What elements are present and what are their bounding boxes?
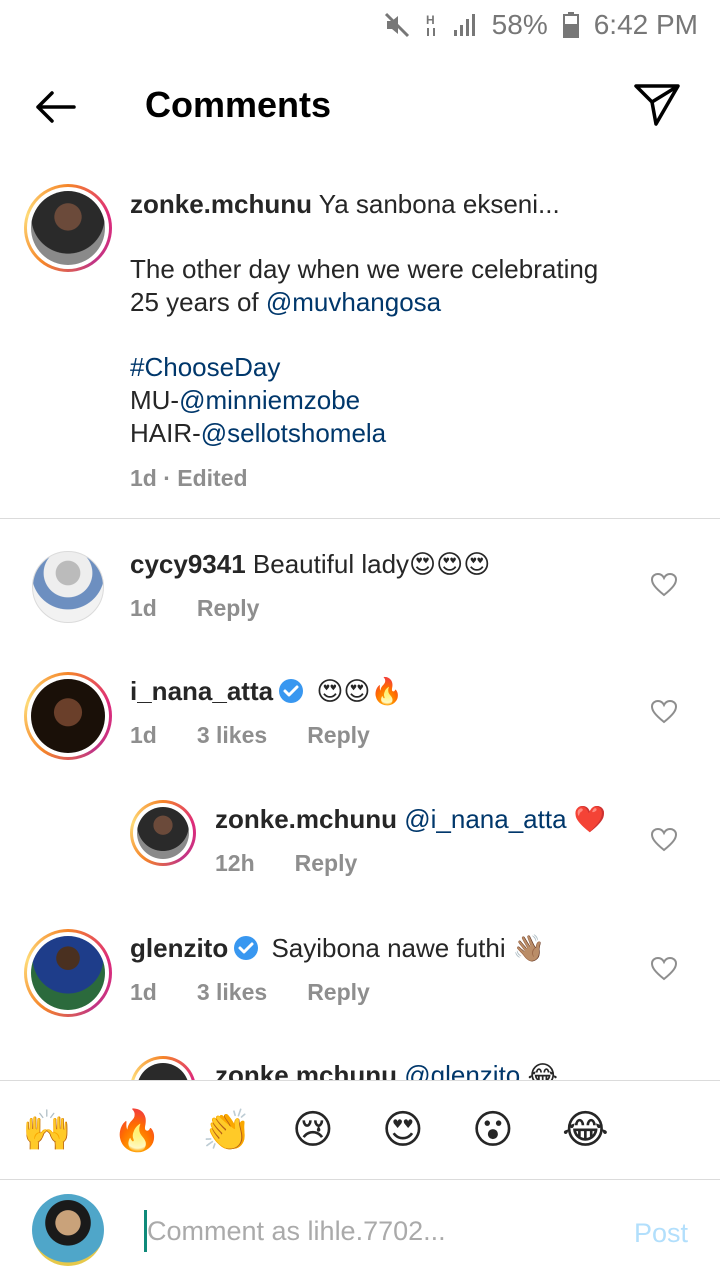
- reaction-clap[interactable]: 👏: [202, 1107, 292, 1154]
- mention-link[interactable]: @muvhangosa: [266, 287, 441, 317]
- battery-percentage: 58%: [491, 9, 548, 40]
- reaction-fire[interactable]: 🔥: [112, 1107, 202, 1154]
- verified-badge-icon: [234, 936, 259, 960]
- reply-row-partial: zonke.mchunu @glenzito 😂: [0, 1050, 720, 1080]
- comment-likes[interactable]: 3 likes: [197, 979, 267, 1006]
- comment-time: 1d: [130, 595, 157, 621]
- svg-text:H: H: [426, 13, 435, 27]
- battery-icon: [562, 12, 579, 38]
- comment-row: glenzito Sayibona nawe futhi 👋🏽 1d 3 lik…: [0, 929, 720, 1029]
- mute-icon: [384, 12, 409, 38]
- comment-emoji: 👋🏽: [512, 934, 546, 964]
- comment-emoji: 😂: [527, 1061, 558, 1080]
- caption-line-1: Ya sanbona ekseni...: [318, 189, 560, 219]
- comment-emoji: 😍😍🔥: [316, 677, 403, 707]
- caption-line-3-prefix: 25 years of: [130, 287, 266, 317]
- mu-prefix: MU-: [130, 385, 180, 415]
- caption-username[interactable]: zonke.mchunu: [130, 189, 312, 219]
- reply-row: zonke.mchunu @i_nana_atta ❤️ 12h Reply: [0, 800, 720, 900]
- reaction-raising-hands[interactable]: 🙌: [22, 1107, 112, 1154]
- comment-composer: Post: [0, 1180, 720, 1280]
- heart-icon[interactable]: [650, 698, 678, 726]
- post-button[interactable]: Post: [634, 1218, 688, 1249]
- reaction-tears-of-joy[interactable]: 😂: [562, 1107, 652, 1153]
- comment-emoji: 😍😍😍: [409, 550, 491, 580]
- comment-input[interactable]: [144, 1210, 604, 1252]
- hashtag-link[interactable]: #ChooseDay: [130, 351, 690, 384]
- heart-icon[interactable]: [650, 826, 678, 854]
- avatar[interactable]: [24, 672, 112, 760]
- comment-row: cycy9341 Beautiful lady😍😍😍 1d Reply: [0, 545, 720, 635]
- caption: zonke.mchunu Ya sanbona ekseni... The ot…: [0, 180, 720, 518]
- send-icon[interactable]: [632, 80, 682, 130]
- avatar[interactable]: [130, 1056, 196, 1080]
- comment-username[interactable]: cycy9341: [130, 549, 246, 579]
- reaction-heart-eyes[interactable]: 😍: [382, 1107, 472, 1153]
- caption-line-2: The other day when we were celebrating: [130, 254, 599, 284]
- network-type-icon: H: [426, 13, 435, 36]
- avatar[interactable]: [32, 551, 104, 623]
- signal-icon: [453, 14, 475, 36]
- clock: 6:42 PM: [593, 9, 698, 40]
- mention-link[interactable]: @glenzito: [404, 1060, 520, 1080]
- page-title: Comments: [145, 84, 332, 125]
- quick-reactions-bar: 🙌 🔥 👏 😢 😍 😮 😂: [0, 1080, 720, 1180]
- mention-link[interactable]: @sellotshomela: [201, 418, 386, 448]
- caption-meta: 1d · Edited: [130, 465, 248, 491]
- comment-time: 12h: [215, 850, 255, 876]
- current-user-avatar: [32, 1194, 104, 1266]
- comment-text: Sayibona nawe futhi: [271, 933, 506, 963]
- mention-link[interactable]: @minniemzobe: [179, 385, 360, 415]
- hair-prefix: HAIR-: [130, 418, 201, 448]
- comment-username[interactable]: i_nana_atta: [130, 676, 273, 706]
- back-arrow-icon[interactable]: [30, 82, 80, 132]
- comment-row: i_nana_atta 😍😍🔥 1d 3 likes Reply: [0, 672, 720, 772]
- reaction-surprised[interactable]: 😮: [472, 1107, 562, 1153]
- avatar[interactable]: [130, 800, 196, 866]
- avatar[interactable]: [24, 184, 112, 272]
- comment-time: 1d: [130, 722, 157, 748]
- reply-button[interactable]: Reply: [197, 595, 260, 622]
- header: Comments: [0, 50, 720, 160]
- verified-badge-icon: [279, 679, 304, 703]
- caption-body: zonke.mchunu Ya sanbona ekseni... The ot…: [130, 188, 690, 495]
- comment-likes[interactable]: 3 likes: [197, 722, 267, 749]
- reaction-crying[interactable]: 😢: [292, 1107, 382, 1153]
- reply-button[interactable]: Reply: [307, 722, 370, 749]
- bottom-area: 🙌 🔥 👏 😢 😍 😮 😂 Post: [0, 1080, 720, 1280]
- comment-text: Beautiful lady: [252, 549, 410, 579]
- comment-username[interactable]: zonke.mchunu: [215, 1060, 397, 1080]
- status-bar: H 58% 6:42 PM: [0, 0, 720, 50]
- reply-button[interactable]: Reply: [295, 850, 358, 877]
- comment-emoji: ❤️: [573, 805, 607, 835]
- comment-time: 1d: [130, 979, 157, 1005]
- avatar[interactable]: [24, 929, 112, 1017]
- mention-link[interactable]: @i_nana_atta: [404, 804, 566, 834]
- comment-username[interactable]: zonke.mchunu: [215, 804, 397, 834]
- divider: [0, 518, 720, 519]
- reply-button[interactable]: Reply: [307, 979, 370, 1006]
- heart-icon[interactable]: [650, 955, 678, 983]
- heart-icon[interactable]: [650, 571, 678, 599]
- comment-username[interactable]: glenzito: [130, 933, 228, 963]
